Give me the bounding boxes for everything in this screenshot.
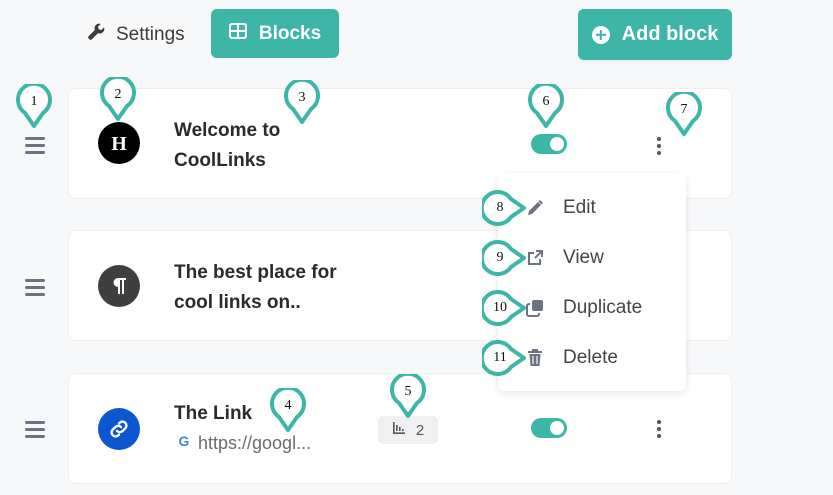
drag-handle-icon[interactable]: [25, 421, 45, 438]
annotation-marker: 2: [100, 77, 136, 121]
annotation-marker: 6: [528, 84, 564, 128]
tab-settings[interactable]: Settings: [86, 20, 185, 50]
grid-icon: [228, 22, 247, 46]
add-block-button[interactable]: Add block: [578, 9, 732, 60]
more-options-icon[interactable]: [656, 137, 662, 155]
block-options-menu: Edit View Duplicate Delete: [498, 173, 686, 391]
annotation-marker: 1: [16, 84, 52, 128]
tab-blocks-label: Blocks: [258, 22, 322, 44]
block-title: Welcome to CoolLinks: [174, 120, 281, 171]
url-text: https://googl...: [198, 433, 312, 453]
svg-text:H: H: [111, 133, 127, 154]
drag-handle-icon[interactable]: [25, 137, 45, 154]
heading-icon: H: [98, 122, 140, 164]
annotation-marker: 8: [482, 190, 526, 234]
paragraph-icon: [98, 265, 140, 307]
tab-blocks[interactable]: Blocks: [211, 9, 339, 58]
block-title: The best place for cool links on..: [174, 262, 337, 313]
external-link-icon: [525, 248, 545, 268]
menu-item-edit[interactable]: Edit: [498, 186, 686, 230]
menu-item-view[interactable]: View: [498, 236, 686, 280]
link-icon: [98, 408, 140, 450]
clicks-badge[interactable]: 2: [378, 416, 438, 444]
plus-circle-icon: [591, 25, 610, 44]
add-block-label: Add block: [621, 23, 719, 45]
tab-settings-label: Settings: [116, 24, 185, 45]
annotation-marker: 7: [666, 92, 702, 136]
trash-icon: [525, 348, 545, 368]
annotation-marker: 9: [482, 240, 526, 284]
block-title: The Link: [174, 403, 253, 424]
more-options-icon[interactable]: [656, 420, 662, 438]
annotation-marker: 4: [270, 388, 306, 432]
svg-text:G: G: [179, 433, 190, 449]
bar-chart-icon: [392, 421, 406, 439]
clicks-count: 2: [415, 421, 425, 439]
copy-icon: [525, 298, 545, 318]
wrench-icon: [86, 22, 106, 48]
menu-item-duplicate[interactable]: Duplicate: [498, 286, 686, 330]
annotation-marker: 5: [390, 374, 426, 418]
annotation-marker: 3: [284, 80, 320, 124]
pencil-icon: [525, 198, 545, 218]
google-icon: G: [176, 433, 192, 454]
drag-handle-icon[interactable]: [25, 279, 45, 296]
block-url: G https://googl...: [176, 433, 312, 454]
visibility-toggle[interactable]: [531, 418, 567, 438]
visibility-toggle[interactable]: [531, 134, 567, 154]
annotation-marker: 11: [482, 340, 526, 384]
annotation-marker: 10: [482, 290, 526, 334]
menu-item-delete[interactable]: Delete: [498, 336, 686, 380]
